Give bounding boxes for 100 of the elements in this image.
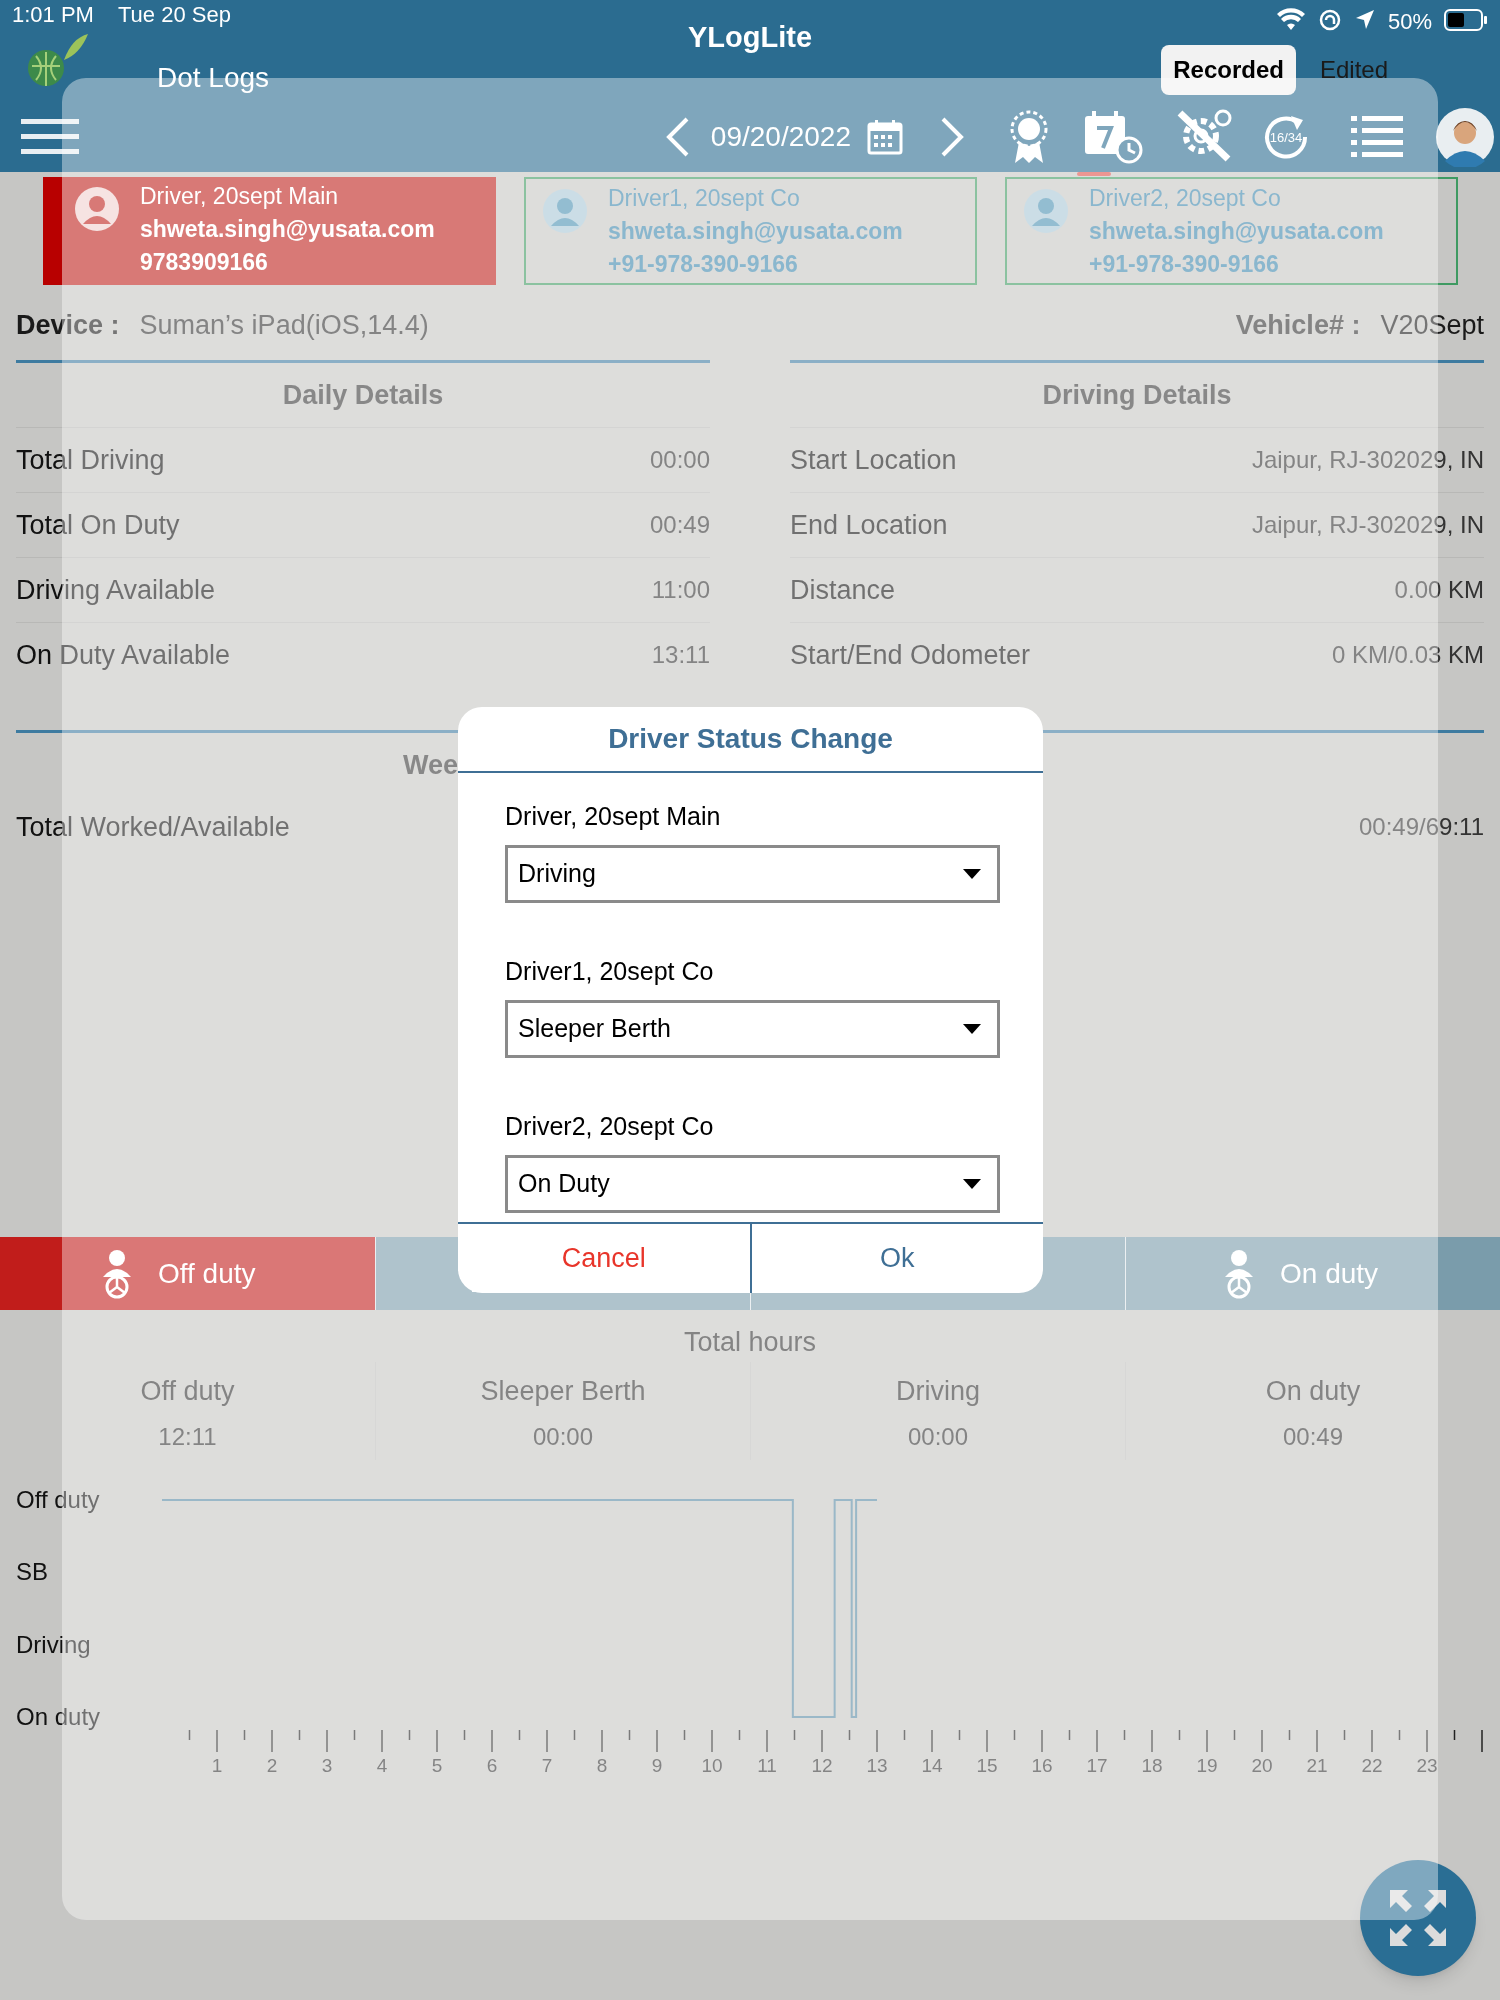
tick-label: 12	[811, 1755, 833, 1776]
tick-label: 23	[1416, 1755, 1438, 1776]
status-dropdown[interactable]: Driving	[505, 845, 1000, 903]
hours-label: On duty	[1265, 1374, 1361, 1408]
tick-label: 4	[376, 1755, 388, 1776]
hours-value: 00:00	[907, 1422, 969, 1452]
vehicle-value: V20Sept	[1380, 308, 1484, 342]
detail-value: Jaipur, RJ-302029, IN	[1251, 510, 1484, 540]
hours-label: Off duty	[140, 1374, 235, 1408]
tick-label: 19	[1196, 1755, 1218, 1776]
battery-icon	[1444, 8, 1488, 32]
rotation-lock-icon	[1317, 8, 1342, 32]
section-title: Wee	[403, 748, 459, 782]
wifi-icon	[1275, 8, 1306, 32]
battery-percent: 50%	[1387, 8, 1432, 33]
view-toggle-tab[interactable]: Recorded	[1161, 45, 1296, 95]
detail-label: On Duty Available	[16, 638, 231, 672]
avatar-icon	[542, 188, 588, 234]
tick-label: 11	[757, 1755, 777, 1776]
status-dropdown[interactable]: On Duty	[505, 1155, 1000, 1213]
ok-button[interactable]: Ok	[749, 1224, 1043, 1293]
caret-icon	[963, 1024, 981, 1034]
tick-label: 14	[921, 1755, 943, 1776]
detail-label: Total Driving	[16, 443, 165, 477]
hours-label: Sleeper Berth	[480, 1374, 646, 1408]
tick-label: 16	[1031, 1755, 1053, 1776]
status-dropdown[interactable]: Sleeper Berth	[505, 1000, 1000, 1058]
cancel-button[interactable]: Cancel	[458, 1224, 750, 1293]
avatar-icon	[74, 186, 120, 232]
hours-value: 12:11	[158, 1422, 217, 1452]
tick-label: 22	[1361, 1755, 1383, 1776]
indicator-mark	[1077, 172, 1111, 176]
previous-day-button[interactable]	[664, 116, 691, 158]
tick-label: 13	[866, 1755, 888, 1776]
tick-label: 10	[701, 1755, 723, 1776]
detail-label: Start/End Odometer	[790, 638, 1031, 672]
tick-label: 18	[1141, 1755, 1163, 1776]
tick-label: 5	[431, 1755, 443, 1776]
tick-label: 2	[266, 1755, 278, 1776]
next-day-button[interactable]	[939, 116, 965, 158]
dialog-title: Driver Status Change	[458, 707, 1043, 773]
hours-value: 00:00	[532, 1422, 594, 1452]
status-date: Tue 20 Sep	[117, 4, 231, 28]
detail-label: Start Location	[790, 443, 957, 477]
axis-label: Driving	[16, 1630, 91, 1658]
user-avatar[interactable]	[1435, 107, 1495, 167]
tick-label: 21	[1306, 1755, 1328, 1776]
detail-value: 00:49	[649, 510, 710, 540]
tick-label: 7	[541, 1755, 553, 1776]
caret-icon	[963, 869, 981, 879]
detail-label: Total On Duty	[16, 508, 180, 542]
status-tab[interactable]: Off duty	[0, 1237, 375, 1310]
calendar-clock-icon[interactable]	[1083, 110, 1145, 164]
app-title: YLogLite	[687, 20, 812, 55]
tick-label: 20	[1251, 1755, 1273, 1776]
list-icon[interactable]	[1351, 114, 1403, 160]
driver-name: Driver, 20sept Main	[140, 182, 340, 211]
detail-label: End Location	[790, 508, 948, 542]
driver-card[interactable]: Driver, 20sept Main shweta.singh@yusata.com 9783909166	[43, 177, 496, 285]
detail-label: Total Worked/Available	[16, 810, 290, 844]
driver-email: shweta.singh@yusata.com	[1089, 217, 1384, 246]
vehicle-label: Vehicle# :	[1235, 308, 1361, 342]
calendar-icon[interactable]	[867, 119, 903, 155]
caret-icon	[963, 1179, 981, 1189]
view-toggle-tab[interactable]: Edited	[1307, 45, 1400, 95]
detail-label: Distance	[790, 573, 896, 607]
field-label: Driver2, 20sept Co	[505, 1111, 715, 1142]
section-title: Daily Details	[281, 378, 445, 412]
driver-phone: +91-978-390-9166	[608, 250, 799, 279]
axis-label: Off duty	[16, 1486, 100, 1513]
detail-value: 0 KM/0.03 KM	[1331, 640, 1484, 670]
expand-icon	[1390, 1890, 1446, 1946]
tick-label: 1	[211, 1755, 223, 1776]
log-date: 09/20/2022	[710, 120, 851, 154]
device-value: Suman’s iPad(iOS,14.4)	[139, 308, 429, 342]
driver-phone: 9783909166	[140, 248, 269, 277]
driver-email: shweta.singh@yusata.com	[608, 217, 903, 246]
hours-label: Driving	[896, 1374, 980, 1408]
driver-phone: +91-978-390-9166	[1089, 250, 1280, 279]
driver-name: Driver1, 20sept Co	[608, 184, 801, 213]
avatar-icon	[1023, 188, 1069, 234]
driver-email: shweta.singh@yusata.com	[140, 215, 435, 244]
section-title: Driving Details	[1041, 378, 1233, 412]
device-label: Device :	[16, 308, 120, 342]
field-label: Driver, 20sept Main	[505, 801, 722, 832]
tick-label: 8	[596, 1755, 608, 1776]
tick-label: 3	[321, 1755, 333, 1776]
axis-label: SB	[16, 1558, 48, 1586]
cycle-count: 16/34	[1269, 130, 1303, 144]
detail-value: Jaipur, RJ-302029, IN	[1251, 445, 1484, 475]
detail-value: 0.00 KM	[1394, 575, 1484, 605]
detail-value: 13:11	[651, 640, 710, 670]
field-label: Driver1, 20sept Co	[505, 956, 715, 987]
detail-value: 11:00	[651, 575, 710, 605]
tick-label: 15	[976, 1755, 998, 1776]
axis-label: On duty	[16, 1703, 101, 1730]
tick-label: 6	[486, 1755, 498, 1776]
hours-value: 00:49	[1282, 1422, 1344, 1452]
status-time: 1:01 PM	[12, 4, 94, 28]
detail-label: Driving Available	[16, 573, 216, 607]
